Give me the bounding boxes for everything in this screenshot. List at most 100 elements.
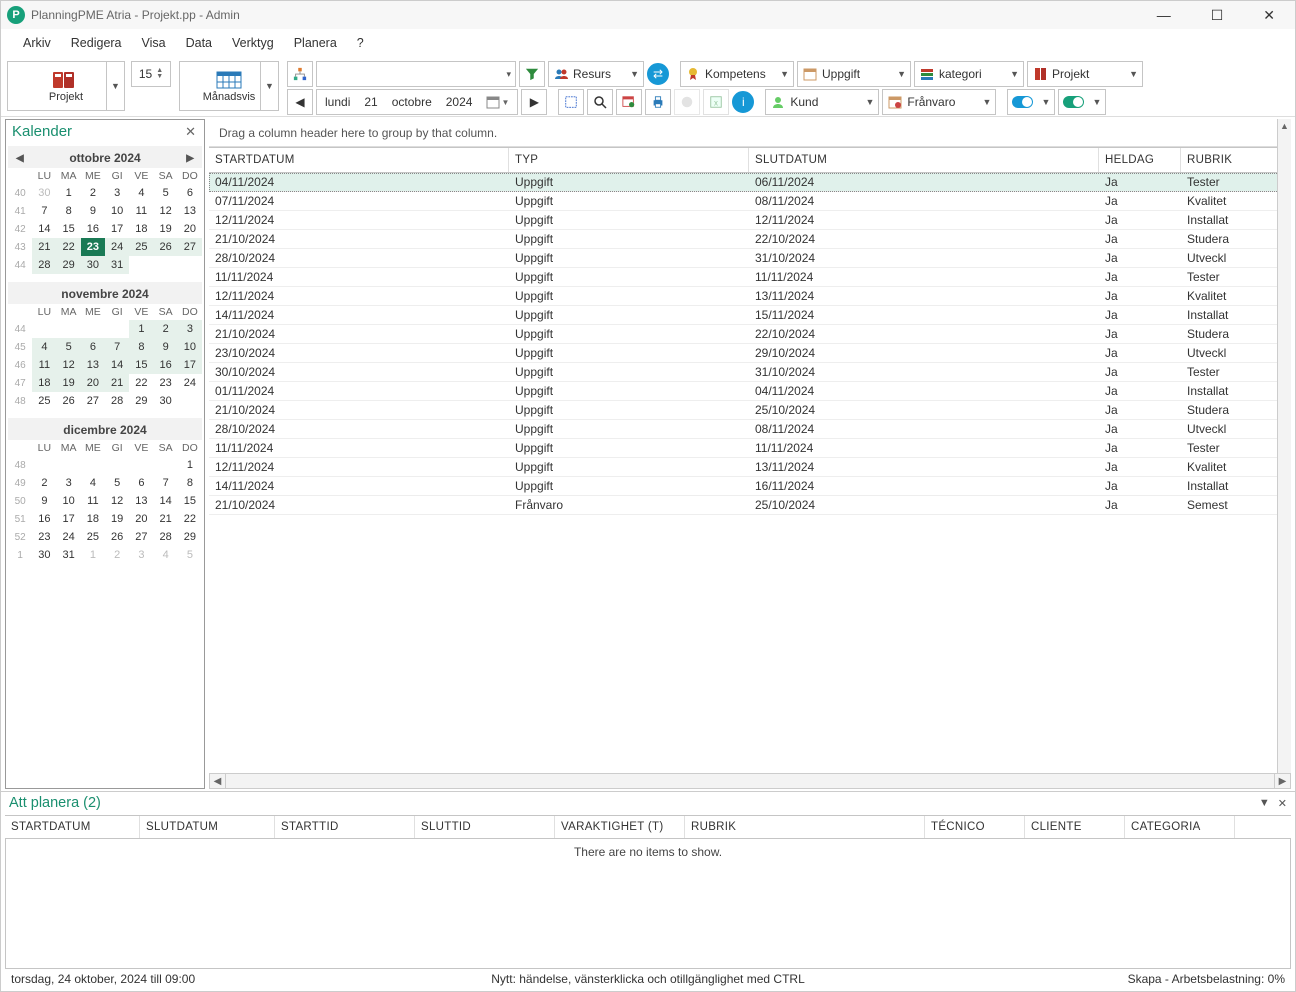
calendar-day[interactable]: 21 [154, 510, 178, 528]
uppgift-filter[interactable]: Uppgift ▼ [797, 61, 911, 87]
table-row[interactable]: 11/11/2024Uppgift11/11/2024JaTester [209, 439, 1291, 458]
calendar-day[interactable]: 31 [57, 546, 81, 564]
to-plan-columns[interactable]: STARTDATUMSLUTDATUMSTARTTIDSLUTTIDVARAKT… [5, 815, 1291, 839]
calendar-day[interactable]: 26 [154, 238, 178, 256]
calendar-day[interactable]: 11 [32, 356, 56, 374]
calendar-day[interactable]: 22 [178, 510, 202, 528]
calendar-day[interactable]: 4 [129, 184, 153, 202]
manadsvis-caret-icon[interactable]: ▼ [260, 62, 278, 110]
org-chart-button[interactable] [287, 61, 313, 87]
date-prev-button[interactable]: ◀ [287, 89, 313, 115]
calendar-day[interactable]: 16 [154, 356, 178, 374]
calendar-day[interactable]: 13 [129, 492, 153, 510]
menu-visa[interactable]: Visa [134, 33, 174, 53]
calendar-day[interactable]: 1 [178, 456, 202, 474]
calendar-day[interactable]: 19 [57, 374, 81, 392]
calendar-day[interactable]: 3 [105, 184, 129, 202]
sidebar-close-button[interactable]: ✕ [183, 124, 198, 140]
column-header[interactable]: STARTDATUM [209, 148, 509, 172]
close-button[interactable]: ✕ [1255, 5, 1283, 26]
calendar-day[interactable]: 25 [129, 238, 153, 256]
calendar-day[interactable]: 5 [154, 184, 178, 202]
column-header[interactable]: TYP [509, 148, 749, 172]
calendar-day[interactable]: 9 [154, 338, 178, 356]
calendar-day[interactable]: 2 [32, 474, 56, 492]
table-row[interactable]: 11/11/2024Uppgift11/11/2024JaTester [209, 268, 1291, 287]
column-header[interactable]: STARTDATUM [5, 816, 140, 838]
calendar-day[interactable]: 8 [129, 338, 153, 356]
table-row[interactable]: 12/11/2024Uppgift12/11/2024JaInstallat [209, 211, 1291, 230]
menu-?[interactable]: ? [349, 33, 372, 53]
column-header[interactable]: SLUTDATUM [749, 148, 1099, 172]
calendar-day[interactable]: 3 [178, 320, 202, 338]
calendar-day[interactable]: 14 [32, 220, 56, 238]
calendar-day[interactable]: 6 [178, 184, 202, 202]
calendar-day[interactable]: 13 [81, 356, 105, 374]
table-row[interactable]: 04/11/2024Uppgift06/11/2024JaTester [209, 173, 1291, 192]
menu-arkiv[interactable]: Arkiv [15, 33, 59, 53]
calendar-day[interactable]: 24 [178, 374, 202, 392]
panel-close-button[interactable]: ✕ [1278, 797, 1287, 810]
calendar-day[interactable]: 5 [105, 474, 129, 492]
toggle-1[interactable]: ▼ [1007, 89, 1055, 115]
scroll-up-icon[interactable]: ▲ [1278, 119, 1291, 133]
calendar-day[interactable]: 20 [178, 220, 202, 238]
horizontal-scrollbar[interactable]: ◀ ▶ [209, 773, 1291, 789]
calendar-day[interactable]: 1 [129, 320, 153, 338]
calendar-day[interactable]: 21 [105, 374, 129, 392]
calendar-day[interactable]: 26 [105, 528, 129, 546]
search-combo[interactable]: ▾ [316, 61, 516, 87]
calendar-day[interactable]: 24 [105, 238, 129, 256]
calendar-day[interactable]: 18 [129, 220, 153, 238]
table-row[interactable]: 14/11/2024Uppgift16/11/2024JaInstallat [209, 477, 1291, 496]
column-header[interactable]: CLIENTE [1025, 816, 1125, 838]
excel-button[interactable]: x [703, 89, 729, 115]
calendar-day[interactable]: 21 [32, 238, 56, 256]
calendar-day[interactable]: 17 [105, 220, 129, 238]
calendar-day[interactable]: 9 [81, 202, 105, 220]
calendar-day[interactable]: 7 [105, 338, 129, 356]
calendar-day[interactable]: 30 [154, 392, 178, 410]
calendar-day[interactable]: 26 [57, 392, 81, 410]
calendar-day[interactable]: 5 [57, 338, 81, 356]
vertical-scrollbar[interactable]: ▲ [1277, 119, 1291, 773]
calendar-day[interactable]: 20 [129, 510, 153, 528]
manadsvis-button[interactable]: Månadsvis ▼ [179, 61, 279, 111]
calendar-day[interactable]: 15 [57, 220, 81, 238]
calendar-day[interactable]: 15 [129, 356, 153, 374]
period-spin[interactable]: 15 ▲▼ [131, 61, 171, 87]
calendar-day[interactable]: 6 [129, 474, 153, 492]
calendar-day[interactable]: 23 [81, 238, 105, 256]
calendar-day[interactable]: 11 [129, 202, 153, 220]
calendar-day[interactable]: 8 [57, 202, 81, 220]
table-row[interactable]: 21/10/2024Uppgift22/10/2024JaStudera [209, 230, 1291, 249]
projekt-caret-icon[interactable]: ▼ [106, 62, 124, 110]
column-header[interactable]: RUBRIK [1181, 148, 1281, 172]
month-header[interactable]: novembre 2024 [8, 282, 202, 304]
column-header[interactable]: CATEGORIA [1125, 816, 1235, 838]
calendar-day[interactable]: 27 [178, 238, 202, 256]
menu-redigera[interactable]: Redigera [63, 33, 130, 53]
calendar-day[interactable]: 16 [81, 220, 105, 238]
kund-filter[interactable]: Kund ▼ [765, 89, 879, 115]
calendar-day[interactable]: 19 [154, 220, 178, 238]
menu-data[interactable]: Data [178, 33, 220, 53]
calendar-day[interactable]: 18 [32, 374, 56, 392]
table-row[interactable]: 14/11/2024Uppgift15/11/2024JaInstallat [209, 306, 1291, 325]
today-button[interactable] [616, 89, 642, 115]
calendar-day[interactable]: 7 [32, 202, 56, 220]
projekt-view-button[interactable]: Projekt ▼ [7, 61, 125, 111]
kompetens-filter[interactable]: Kompetens ▼ [680, 61, 794, 87]
calendar-day[interactable]: 28 [105, 392, 129, 410]
calendar-day[interactable]: 10 [105, 202, 129, 220]
calendar-day[interactable]: 4 [32, 338, 56, 356]
table-row[interactable]: 12/11/2024Uppgift13/11/2024JaKvalitet [209, 458, 1291, 477]
calendar-day[interactable]: 2 [105, 546, 129, 564]
column-header[interactable]: STARTTID [275, 816, 415, 838]
column-header[interactable]: VARAKTIGHET (T) [555, 816, 685, 838]
calendar-day[interactable]: 18 [81, 510, 105, 528]
calendar-day[interactable]: 23 [32, 528, 56, 546]
resurs-filter[interactable]: Resurs ▼ [548, 61, 644, 87]
toggle-2[interactable]: ▼ [1058, 89, 1106, 115]
grid-header[interactable]: STARTDATUMTYPSLUTDATUMHELDAGRUBRIK [209, 147, 1291, 173]
